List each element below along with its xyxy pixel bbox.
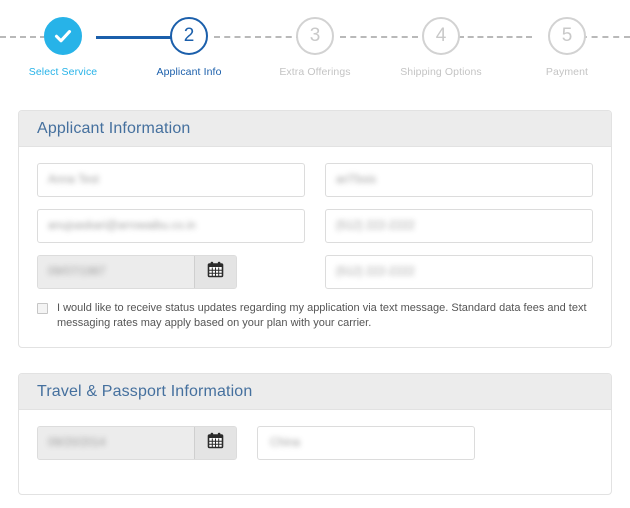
step-3-circle[interactable]: 3 bbox=[296, 17, 334, 55]
date-of-birth-calendar-button[interactable] bbox=[194, 256, 236, 288]
travel-row-trip: 09/20/2014 China bbox=[37, 426, 593, 460]
step-1-label: Select Service bbox=[28, 66, 98, 78]
step-select-service[interactable]: Select Service bbox=[0, 0, 126, 92]
step-2-number: 2 bbox=[183, 25, 195, 46]
step-2-label: Applicant Info bbox=[156, 66, 222, 78]
applicant-row-name: Anna Test ariTbsis bbox=[37, 163, 593, 197]
step-5-number: 5 bbox=[561, 25, 573, 46]
date-of-birth-input[interactable]: 09/07/1987 bbox=[38, 256, 194, 288]
travel-date-calendar-button[interactable] bbox=[194, 427, 236, 459]
applicant-row-contact: anujsaskari@arrowaibu.co.in (512) 222-22… bbox=[37, 209, 593, 243]
step-1-circle[interactable] bbox=[44, 17, 82, 55]
step-4-number: 4 bbox=[435, 25, 447, 46]
travel-panel-body: 09/20/2014 China bbox=[19, 410, 611, 494]
full-name-input[interactable]: Anna Test bbox=[37, 163, 305, 197]
applicant-information-panel: Applicant Information Anna Test ariTbsis bbox=[18, 110, 612, 348]
destination-country-value: China bbox=[270, 437, 301, 449]
applicant-panel-header: Applicant Information bbox=[19, 111, 611, 147]
email-input[interactable]: anujsaskari@arrowaibu.co.in bbox=[37, 209, 305, 243]
step-4-circle[interactable]: 4 bbox=[422, 17, 460, 55]
step-3-label: Extra Offerings bbox=[279, 66, 351, 78]
application-form-page: Select Service 2 Applicant Info 3 Extra … bbox=[0, 0, 630, 508]
middle-name-input[interactable]: ariTbsis bbox=[325, 163, 593, 197]
secondary-phone-input[interactable]: (512) 222-2222 bbox=[325, 255, 593, 289]
calendar-icon bbox=[207, 261, 224, 283]
date-of-birth-group[interactable]: 09/07/1987 bbox=[37, 255, 237, 289]
travel-date-value: 09/20/2014 bbox=[48, 437, 106, 449]
step-5-label: Payment bbox=[545, 66, 589, 78]
date-of-birth-value: 09/07/1987 bbox=[48, 266, 106, 278]
travel-date-input[interactable]: 09/20/2014 bbox=[38, 427, 194, 459]
step-applicant-info[interactable]: 2 Applicant Info bbox=[126, 0, 252, 92]
step-3-number: 3 bbox=[309, 25, 321, 46]
step-2-circle[interactable]: 2 bbox=[170, 17, 208, 55]
travel-date-group[interactable]: 09/20/2014 bbox=[37, 426, 237, 460]
calendar-icon bbox=[207, 432, 224, 454]
primary-phone-input[interactable]: (512) 222-2222 bbox=[325, 209, 593, 243]
destination-country-input[interactable]: China bbox=[257, 426, 475, 460]
step-5-circle[interactable]: 5 bbox=[548, 17, 586, 55]
full-name-value: Anna Test bbox=[48, 174, 99, 186]
applicant-panel-title: Applicant Information bbox=[37, 119, 191, 137]
sms-consent-checkbox[interactable] bbox=[37, 303, 48, 314]
sms-consent-row[interactable]: I would like to receive status updates r… bbox=[37, 301, 593, 331]
email-value: anujsaskari@arrowaibu.co.in bbox=[48, 220, 196, 232]
step-payment[interactable]: 5 Payment bbox=[504, 0, 630, 92]
applicant-panel-body: Anna Test ariTbsis anujsaskari@arrowaibu… bbox=[19, 147, 611, 347]
travel-panel-header: Travel & Passport Information bbox=[19, 374, 611, 410]
check-icon bbox=[52, 25, 74, 47]
sms-consent-label: I would like to receive status updates r… bbox=[57, 302, 587, 329]
primary-phone-value: (512) 222-2222 bbox=[336, 220, 415, 232]
travel-panel-title: Travel & Passport Information bbox=[37, 382, 253, 400]
applicant-row-dob: 09/07/1987 (512) 222-2222 bbox=[37, 255, 593, 289]
progress-stepper: Select Service 2 Applicant Info 3 Extra … bbox=[0, 0, 630, 92]
middle-name-value: ariTbsis bbox=[336, 174, 377, 186]
secondary-phone-value: (512) 222-2222 bbox=[336, 266, 415, 278]
step-shipping-options[interactable]: 4 Shipping Options bbox=[378, 0, 504, 92]
step-4-label: Shipping Options bbox=[400, 66, 482, 78]
travel-passport-panel: Travel & Passport Information 09/20/2014 bbox=[18, 373, 612, 495]
step-extra-offerings[interactable]: 3 Extra Offerings bbox=[252, 0, 378, 92]
